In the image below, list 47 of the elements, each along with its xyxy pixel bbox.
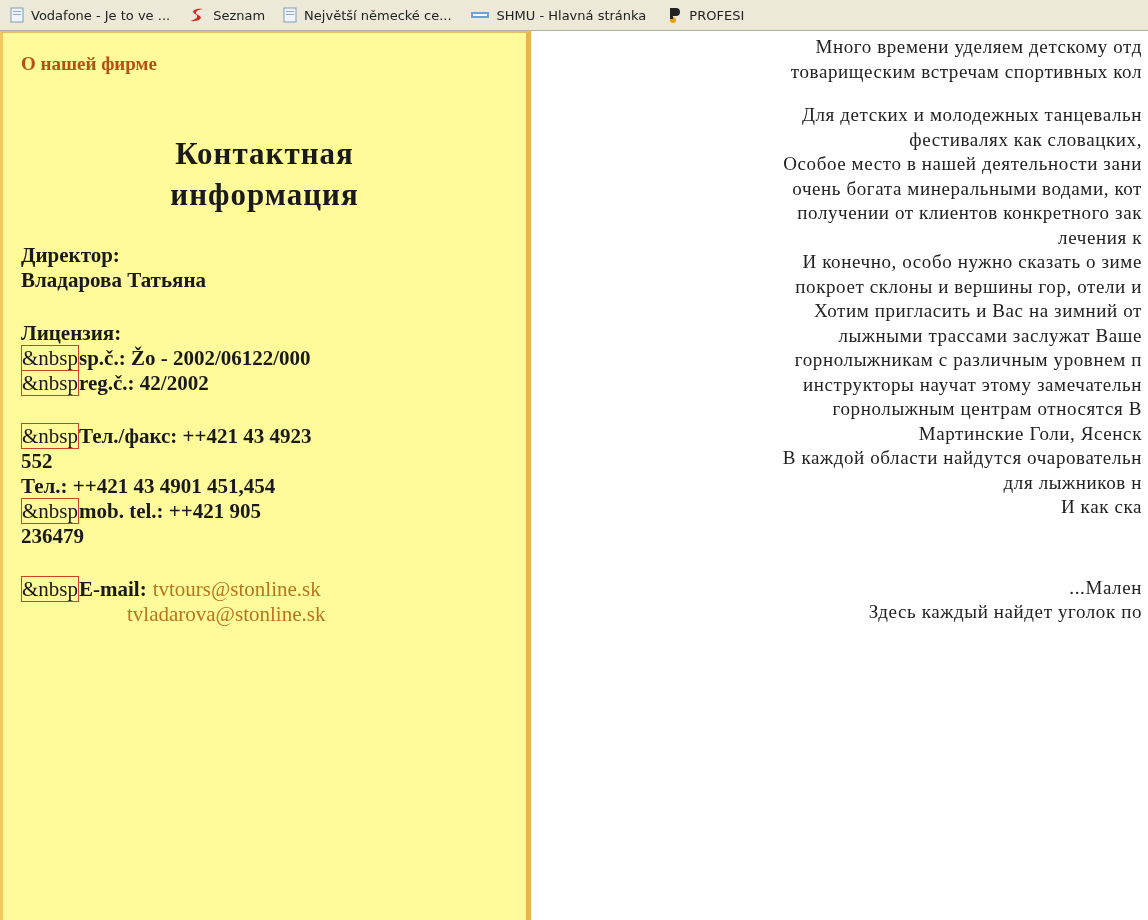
article-text: Особое место в нашей деятельности зани <box>782 152 1142 176</box>
contact-text: Владарова Татьяна <box>21 268 206 292</box>
article-text: Здесь каждый найдет уголок по <box>867 600 1142 624</box>
bookmark-link[interactable]: Seznam <box>188 7 266 23</box>
contact-text: Лицензия: <box>21 321 122 345</box>
article-text: очень богата минеральными водами, кот <box>791 176 1142 201</box>
article-text: В каждой области найдутся очаровательн <box>781 446 1142 470</box>
article-text: Хотим пригласить и Вас на зимний от <box>813 299 1142 323</box>
article-text: фестивалях как словацких, <box>908 127 1142 152</box>
page-icon <box>283 7 298 23</box>
contact-text: E-mail: <box>79 577 147 601</box>
article-text: Для детских и молодежных танцевальн <box>800 103 1142 127</box>
article-text: товарищеским встречам спортивных кол <box>789 59 1142 84</box>
article-text: Много времени уделяем детскому отд <box>814 35 1142 59</box>
nbsp-code: &nbsp <box>21 345 79 371</box>
contact-text: mob. tel.: ++421 905 <box>79 499 261 523</box>
bookmark-link[interactable]: Vodafone - Je to ve ... <box>10 7 171 23</box>
article-text: лечения к <box>1057 225 1142 250</box>
bookmark-link[interactable]: PROFESI <box>664 7 745 23</box>
article-text: инструкторы научат этому замечательн <box>802 372 1142 397</box>
email-link[interactable]: tvladarova@stonline.sk <box>127 602 326 626</box>
contact-text: 236479 <box>21 524 84 548</box>
article-text: для лыжников н <box>1002 470 1142 495</box>
bookmark-link[interactable]: SHMU - Hlavná stránka <box>469 7 647 23</box>
nbsp-code: &nbsp <box>21 498 79 524</box>
contact-text: reg.č.: 42/2002 <box>79 371 209 395</box>
contact-text: sp.č.: Žo - 2002/06122/000 <box>79 346 311 370</box>
bookmark-link[interactable]: Největší německé ce... <box>283 7 452 23</box>
nbsp-code: &nbsp <box>21 423 79 449</box>
article-text: получении от клиентов конкретного зак <box>796 201 1142 225</box>
contact-text: Директор: <box>21 243 120 267</box>
page-link[interactable]: О нашей фирме <box>21 53 157 75</box>
contact-text: 552 <box>21 449 53 473</box>
article-text: И конечно, особо нужно сказать о зиме <box>801 250 1142 274</box>
article-text: И как ска <box>1059 495 1142 519</box>
article-text: ...Мален <box>1068 575 1142 600</box>
article-text: лыжными трассами заслужат Ваше <box>837 323 1142 348</box>
article-text: покроет склоны и вершины гор, отели и <box>794 274 1142 299</box>
article-text: Мартинские Голи, Ясенск <box>917 421 1142 446</box>
article-text: горнолыжным центрам относятся В <box>831 397 1142 421</box>
contact-text: Тел.: ++421 43 4901 451,454 <box>21 474 276 498</box>
page-icon <box>10 7 24 23</box>
contact-text: Тел./факс: ++421 43 4923 <box>79 424 312 448</box>
contact-heading: Контактная информация <box>169 135 360 214</box>
nbsp-code: &nbsp <box>21 576 79 602</box>
nbsp-code: &nbsp <box>21 370 79 396</box>
article-text: горнолыжникам с различным уровнем п <box>793 348 1142 372</box>
